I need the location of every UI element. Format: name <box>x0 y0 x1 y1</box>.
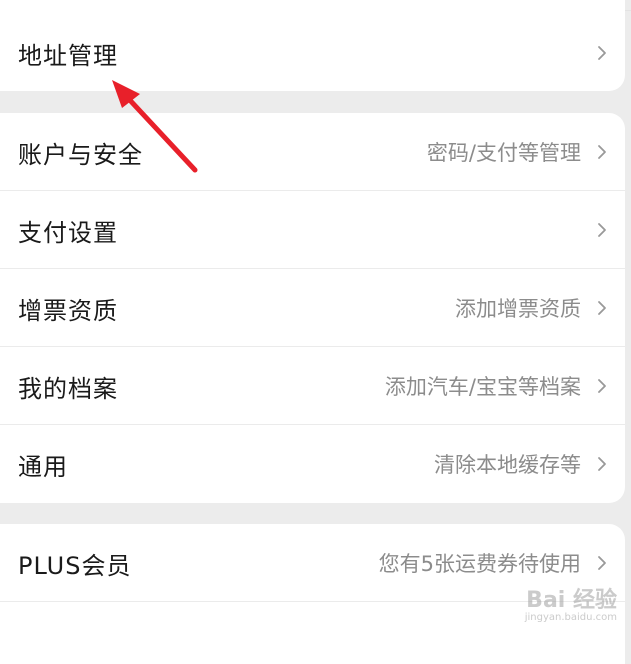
baidu-watermark: Bai 经验 jingyan.baidu.com <box>525 582 617 623</box>
account-security-row[interactable]: 账户与安全 密码/支付等管理 <box>0 113 625 191</box>
chevron-right-icon <box>598 301 606 315</box>
vat-invoice-label: 增票资质 <box>18 296 118 325</box>
my-profile-label: 我的档案 <box>18 374 118 403</box>
chevron-right-icon <box>598 46 606 60</box>
general-hint: 清除本地缓存等 <box>434 453 581 477</box>
address-management-row[interactable]: 地址管理 <box>0 14 625 92</box>
my-profile-row[interactable]: 我的档案 添加汽车/宝宝等档案 <box>0 347 625 425</box>
watermark-sub: jingyan.baidu.com <box>524 612 617 623</box>
payment-settings-row[interactable]: 支付设置 <box>0 191 625 269</box>
settings-card: 账户与安全 密码/支付等管理 支付设置 增票资质 添加增票资质 我的档案 添加汽… <box>0 113 625 503</box>
chevron-right-icon <box>598 223 606 237</box>
vat-invoice-row[interactable]: 增票资质 添加增票资质 <box>0 269 625 347</box>
vat-invoice-hint: 添加增票资质 <box>455 297 581 321</box>
chevron-right-icon <box>598 145 606 159</box>
chevron-right-icon <box>598 457 606 471</box>
account-security-hint: 密码/支付等管理 <box>426 141 581 165</box>
account-security-label: 账户与安全 <box>18 140 143 169</box>
my-profile-hint: 添加汽车/宝宝等档案 <box>384 375 581 399</box>
plus-member-hint: 您有5张运费券待使用 <box>378 552 581 576</box>
watermark-main: Bai 经验 <box>526 588 617 613</box>
general-label: 通用 <box>18 452 68 481</box>
plus-member-label: PLUS会员 <box>18 551 132 580</box>
address-management-label: 地址管理 <box>18 41 118 70</box>
payment-settings-label: 支付设置 <box>18 218 118 247</box>
address-card: 地址管理 <box>0 0 625 91</box>
chevron-right-icon <box>598 556 606 570</box>
chevron-right-icon <box>598 379 606 393</box>
general-row[interactable]: 通用 清除本地缓存等 <box>0 425 625 503</box>
